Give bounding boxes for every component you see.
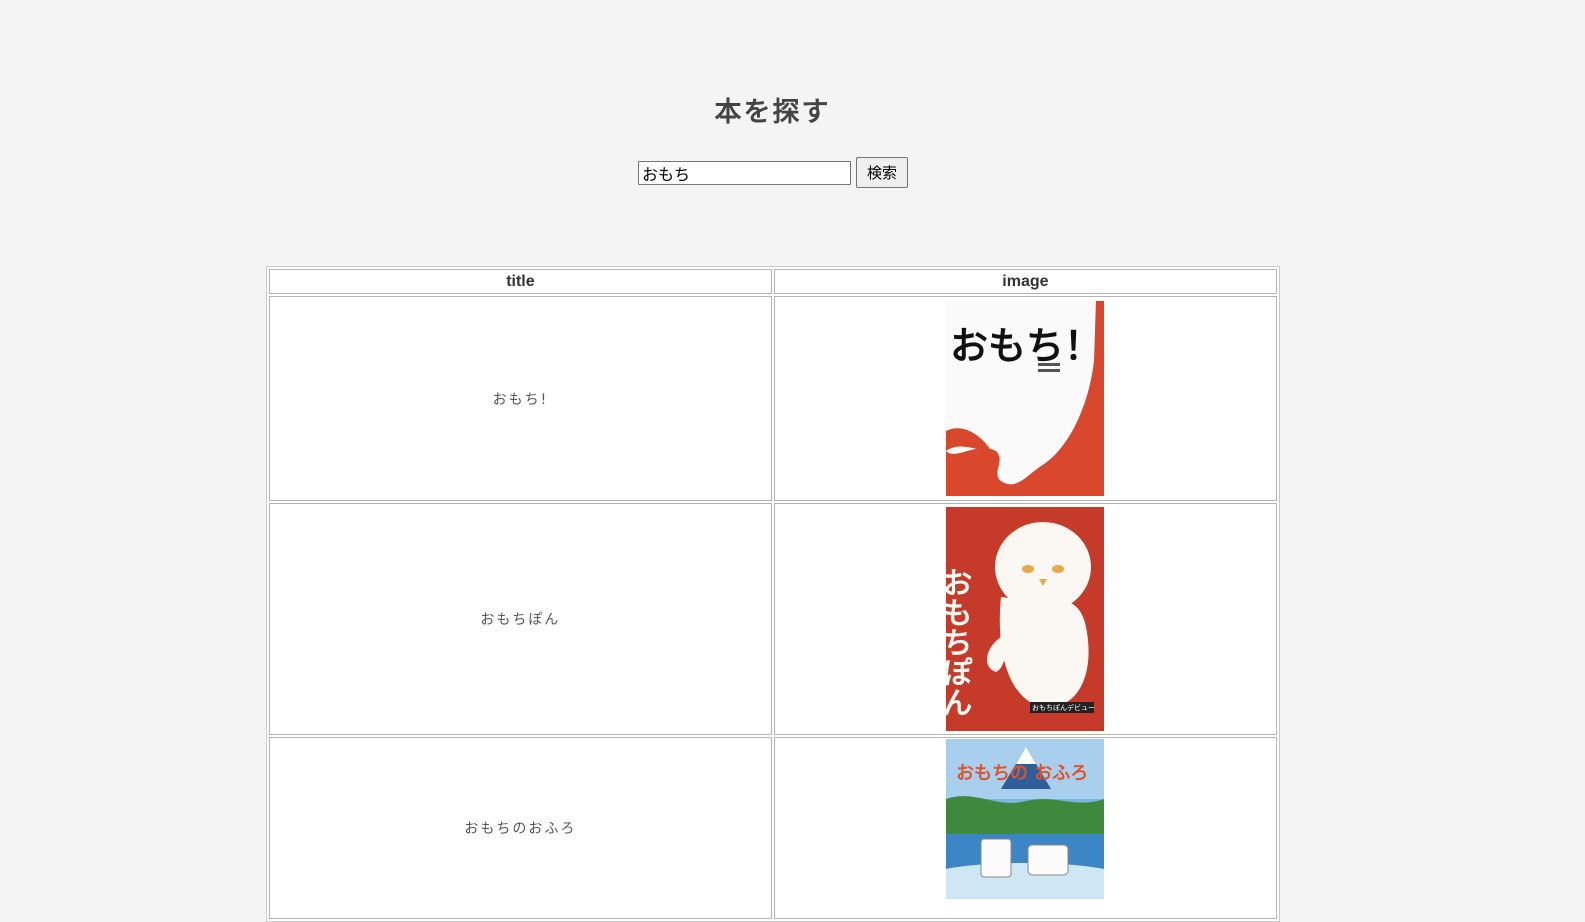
results-table: title image おもち! おもち！ おもちぽん おもちぽん おもちぽんデ…	[266, 266, 1280, 922]
column-header-title: title	[269, 269, 772, 294]
search-button[interactable]: 検索	[856, 157, 908, 188]
search-form: 検索	[638, 157, 908, 188]
table-header-row: title image	[269, 269, 1277, 294]
book-cover-image[interactable]: おもちぽん おもちぽんデビュー	[946, 507, 1105, 731]
book-image-cell: おもちぽん おもちぽんデビュー	[773, 503, 1277, 735]
search-input[interactable]	[638, 160, 851, 185]
book-cover-image[interactable]: おもちの おふろ	[946, 739, 1105, 899]
table-row: おもち! おもち！	[269, 296, 1277, 501]
cover-title-text: おもち！	[950, 324, 1102, 368]
book-image-cell: おもち！	[773, 296, 1277, 501]
cover-title-text: おもちぽん	[946, 567, 972, 717]
table-row: おもちぽん おもちぽん おもちぽんデビュー	[269, 503, 1277, 735]
book-image-cell: おもちの おふろ	[773, 737, 1277, 919]
cover-title-text: おもちの おふろ	[956, 763, 1088, 784]
page-title: 本を探す	[714, 97, 831, 128]
table-row: おもちのおふろ おもちの おふろ	[269, 737, 1277, 919]
column-header-image: image	[773, 269, 1277, 294]
book-title: おもちぽん	[269, 503, 772, 735]
book-title: おもち!	[269, 296, 772, 501]
cover-badge-text: おもちぽんデビュー	[1032, 703, 1095, 712]
book-cover-image[interactable]: おもち！	[946, 301, 1105, 496]
book-title: おもちのおふろ	[269, 737, 772, 919]
